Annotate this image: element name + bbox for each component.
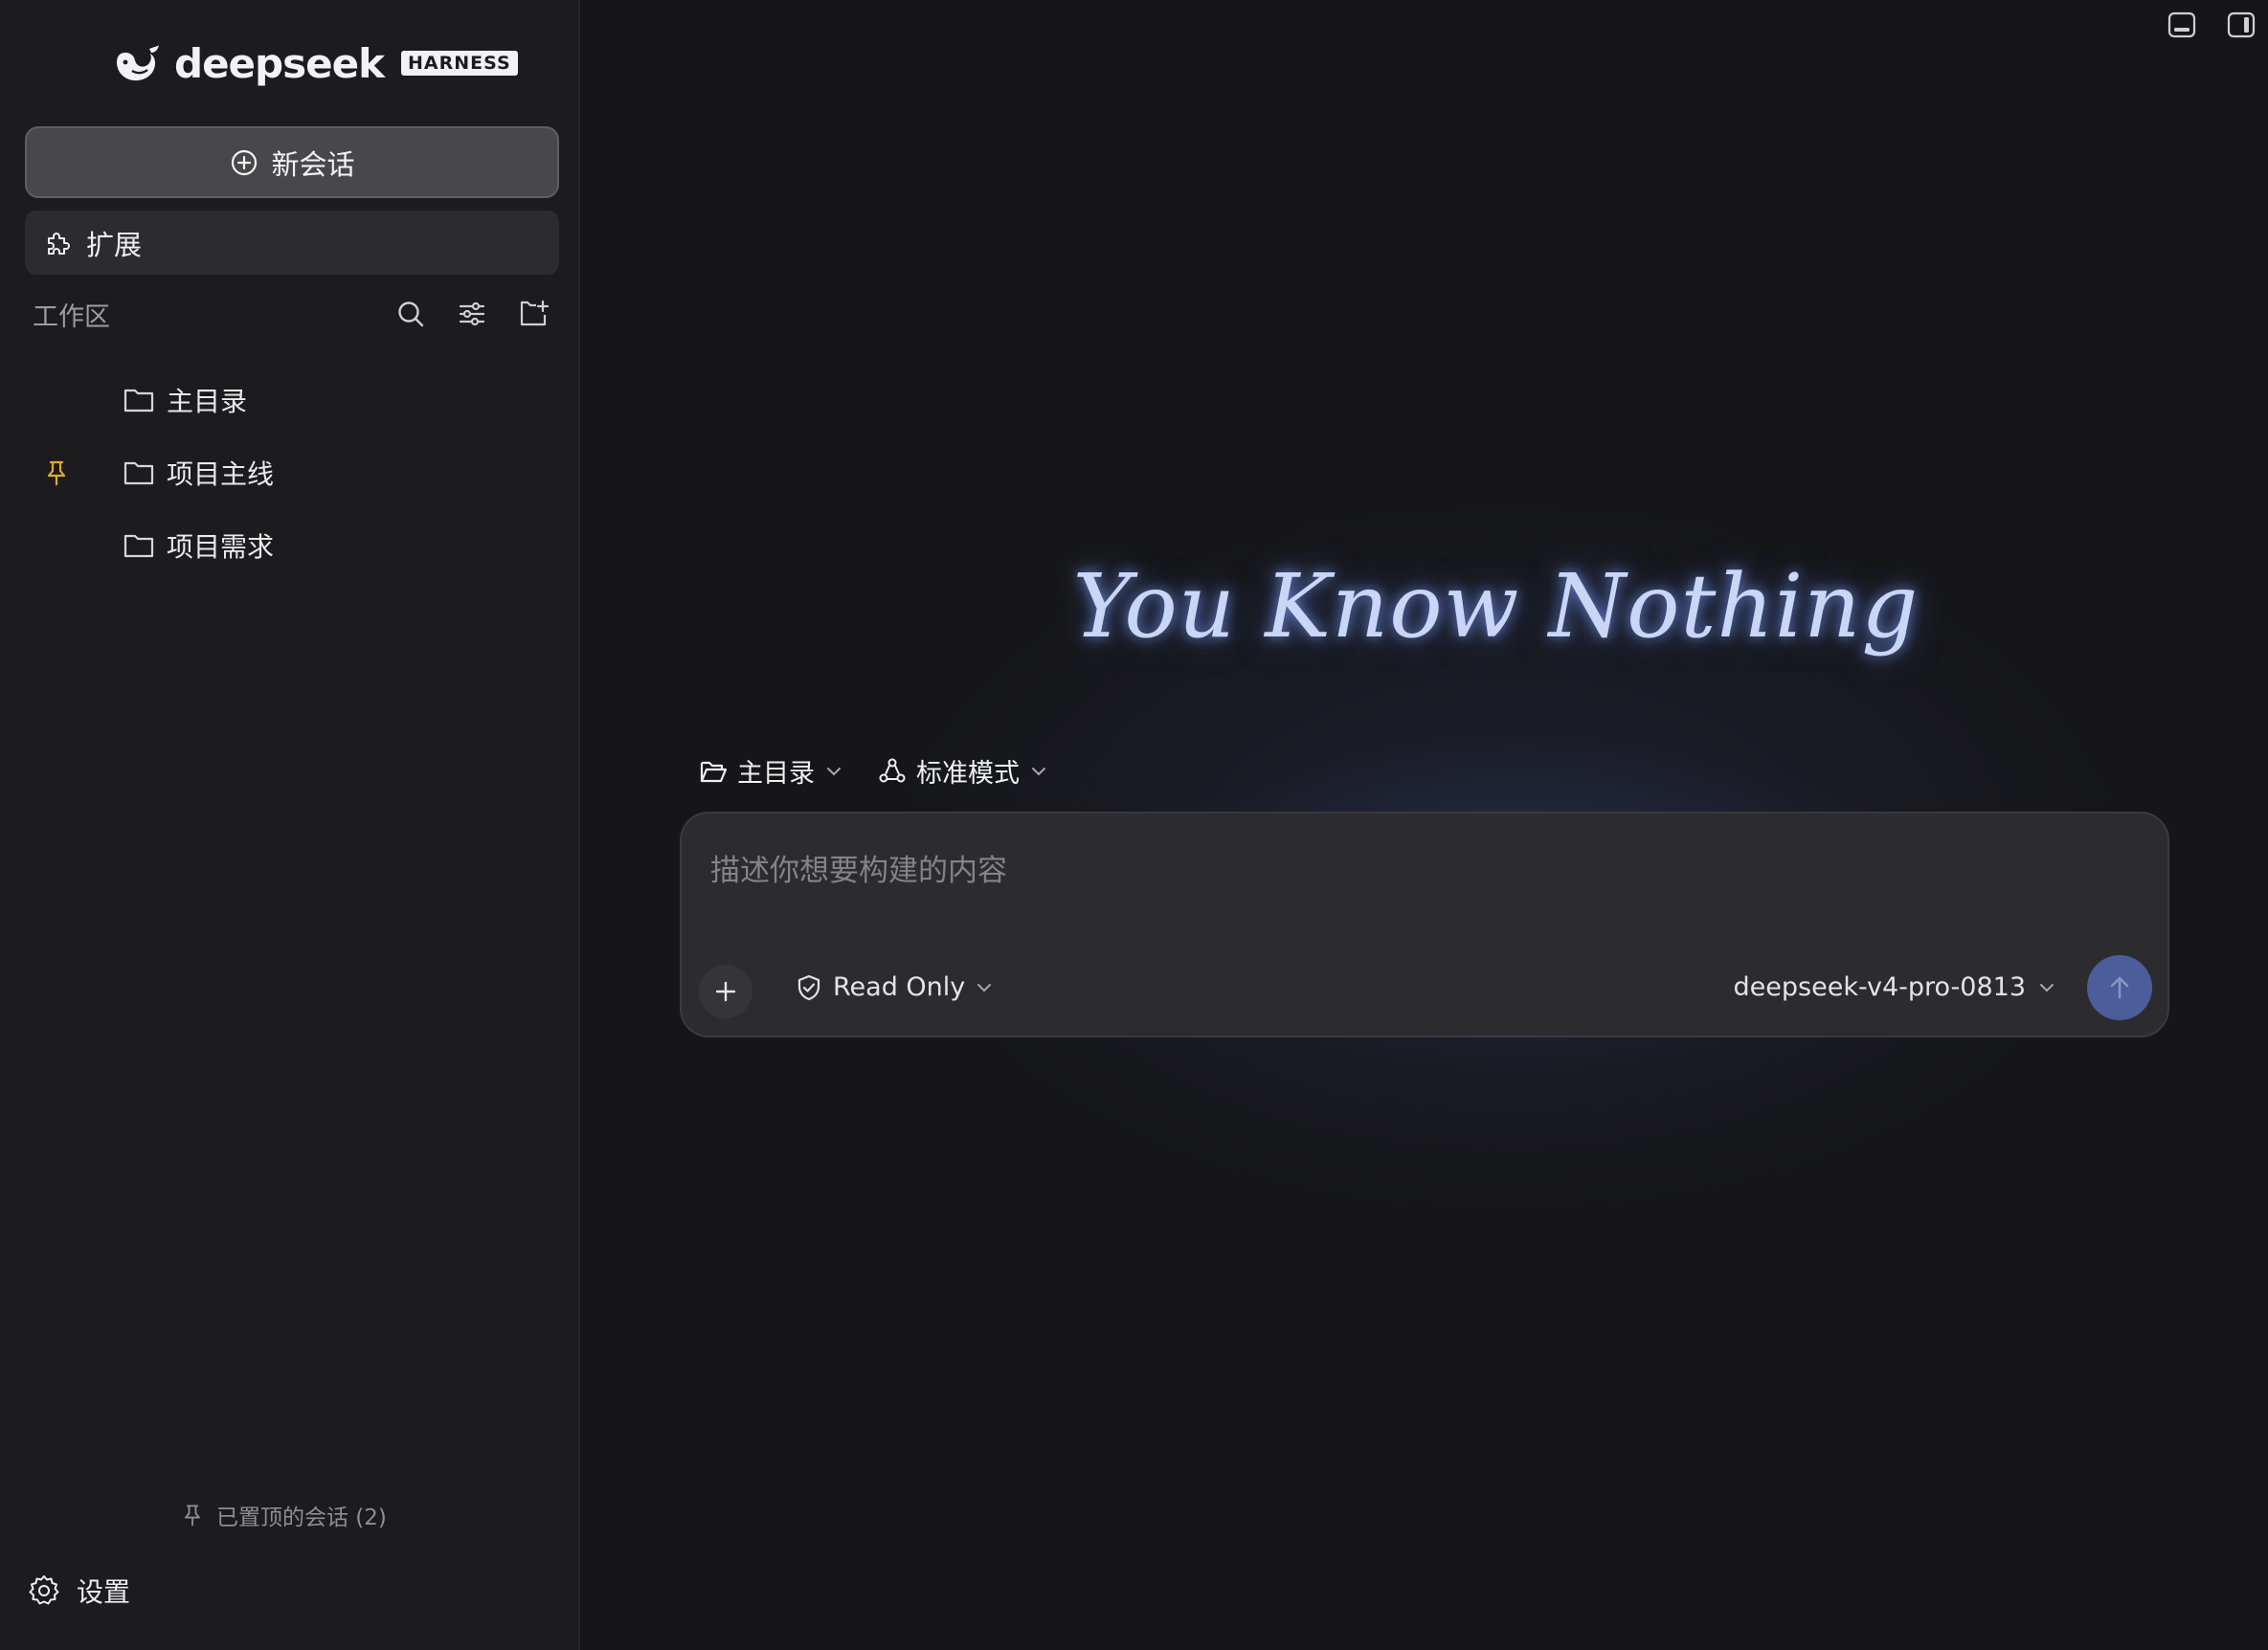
context-selectors: 主目录 标准模式 — [699, 752, 1048, 790]
toggle-bottom-panel-icon[interactable] — [2167, 10, 2197, 40]
workspace-search-button[interactable] — [394, 298, 427, 330]
whale-logo-icon — [117, 45, 159, 81]
gear-icon — [29, 1575, 59, 1605]
hero-title: You Know Nothing — [580, 555, 2268, 658]
composer: Read Only deepseek-v4-pro-0813 — [680, 812, 2169, 1037]
extensions-label: 扩展 — [86, 228, 143, 261]
chevron-down-icon — [2040, 983, 2054, 992]
directory-selector[interactable]: 主目录 — [699, 752, 843, 790]
mode-selector-label: 标准模式 — [916, 759, 1020, 789]
directory-selector-label: 主目录 — [737, 759, 815, 789]
prompt-input[interactable] — [710, 846, 2127, 923]
pin-icon — [185, 1505, 200, 1527]
workspace-tools — [394, 298, 550, 330]
folder-icon — [123, 458, 155, 487]
plus-circle-icon — [232, 149, 258, 175]
brand: deepseek HARNESS — [111, 38, 518, 88]
workspace-item-label: 项目需求 — [167, 531, 275, 563]
toggle-right-panel-icon[interactable] — [2226, 10, 2257, 40]
chevron-down-icon — [977, 983, 992, 992]
workspace-header: 工作区 — [33, 293, 550, 335]
workspace-item-home[interactable]: 主目录 — [0, 364, 580, 436]
model-label: deepseek-v4-pro-0813 — [1733, 972, 2026, 1002]
app-window: deepseek HARNESS 新会话 扩展 工作区 主目录 项目主线 项目需… — [0, 0, 2268, 1650]
settings-button[interactable]: 设置 — [27, 1572, 130, 1610]
workspace-list: 主目录 项目主线 项目需求 — [0, 364, 580, 582]
workspace-item-mainline[interactable]: 项目主线 — [0, 436, 580, 509]
brand-badge: HARNESS — [401, 51, 518, 76]
folder-icon — [123, 386, 155, 414]
folder-plus-icon — [520, 300, 550, 326]
pinned-chats-label: 已置顶的会话 (2) — [216, 1505, 387, 1530]
window-controls — [2167, 10, 2257, 40]
network-icon — [879, 758, 906, 782]
new-folder-button[interactable] — [517, 298, 550, 330]
main-panel: You Know Nothing 主目录 标准模式 描述你想要构建的内容 Rea… — [580, 0, 2268, 1650]
chevron-down-icon — [1032, 767, 1045, 775]
pin-icon[interactable] — [42, 458, 71, 487]
workspace-filter-button[interactable] — [456, 298, 488, 330]
pinned-chats-link[interactable]: 已置顶的会话 (2) — [180, 1499, 387, 1531]
workspace-item-label: 项目主线 — [167, 458, 275, 490]
workspace-title: 工作区 — [33, 301, 110, 332]
mode-selector[interactable]: 标准模式 — [878, 752, 1048, 790]
new-chat-label: 新会话 — [271, 147, 355, 181]
sliders-icon — [459, 301, 485, 326]
search-icon — [398, 301, 424, 327]
hero-text: You Know Nothing — [1072, 555, 1920, 658]
workspace-item-label: 主目录 — [167, 386, 248, 417]
plus-icon — [715, 981, 736, 1002]
shield-check-icon — [797, 974, 820, 1000]
new-chat-button[interactable]: 新会话 — [25, 126, 559, 198]
settings-label: 设置 — [77, 1576, 131, 1608]
chevron-down-icon — [827, 767, 841, 775]
extensions-button[interactable]: 扩展 — [25, 211, 559, 275]
permission-selector[interactable]: Read Only — [795, 972, 994, 1002]
folder-icon — [123, 531, 155, 560]
arrow-up-icon — [2110, 976, 2129, 999]
permission-label: Read Only — [833, 972, 966, 1002]
attach-button[interactable] — [699, 965, 752, 1018]
model-selector[interactable]: deepseek-v4-pro-0813 — [1734, 972, 2056, 1002]
workspace-item-requirements[interactable]: 项目需求 — [0, 509, 580, 582]
brand-name: deepseek — [174, 39, 385, 87]
sidebar: deepseek HARNESS 新会话 扩展 工作区 主目录 项目主线 项目需… — [0, 0, 580, 1650]
folder-open-icon — [700, 761, 728, 782]
puzzle-icon — [48, 232, 70, 255]
send-button[interactable] — [2087, 955, 2152, 1020]
